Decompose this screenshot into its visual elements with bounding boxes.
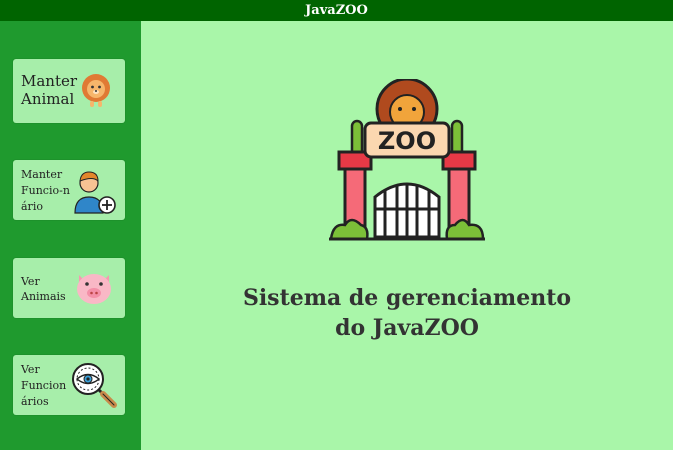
window-title: JavaZOO <box>305 3 368 18</box>
add-user-icon <box>74 171 116 214</box>
ver-animais-label: Ver Animais <box>21 275 66 303</box>
ver-funcionarios-button[interactable]: Ver Funcion ários <box>13 355 125 415</box>
pig-icon <box>77 274 111 304</box>
lion-icon <box>82 74 110 107</box>
manter-animal-button[interactable]: Manter Animal <box>13 59 125 123</box>
zoo-sign-text: ZOO <box>378 127 436 155</box>
ver-animais-button[interactable]: Ver Animais <box>13 258 125 318</box>
manter-funcionario-button[interactable]: Manter Funcio-n ário <box>13 160 125 220</box>
sidebar: Manter Animal Manter Funcio-n ário Ver A… <box>0 21 141 450</box>
window-title-bar: JavaZOO <box>0 0 673 21</box>
page-headline: Sistema de gerenciamento do JavaZOO <box>242 285 572 341</box>
main-content: ZOO Sistema de gerenciamento do JavaZOO <box>141 21 673 450</box>
zoo-gate-icon: ZOO <box>329 79 485 241</box>
ver-funcionarios-label: Ver Funcion ários <box>21 363 67 408</box>
magnifier-eye-icon <box>72 363 117 408</box>
manter-funcionario-label: Manter Funcio-n ário <box>21 168 70 213</box>
manter-animal-label: Manter Animal <box>21 72 78 108</box>
